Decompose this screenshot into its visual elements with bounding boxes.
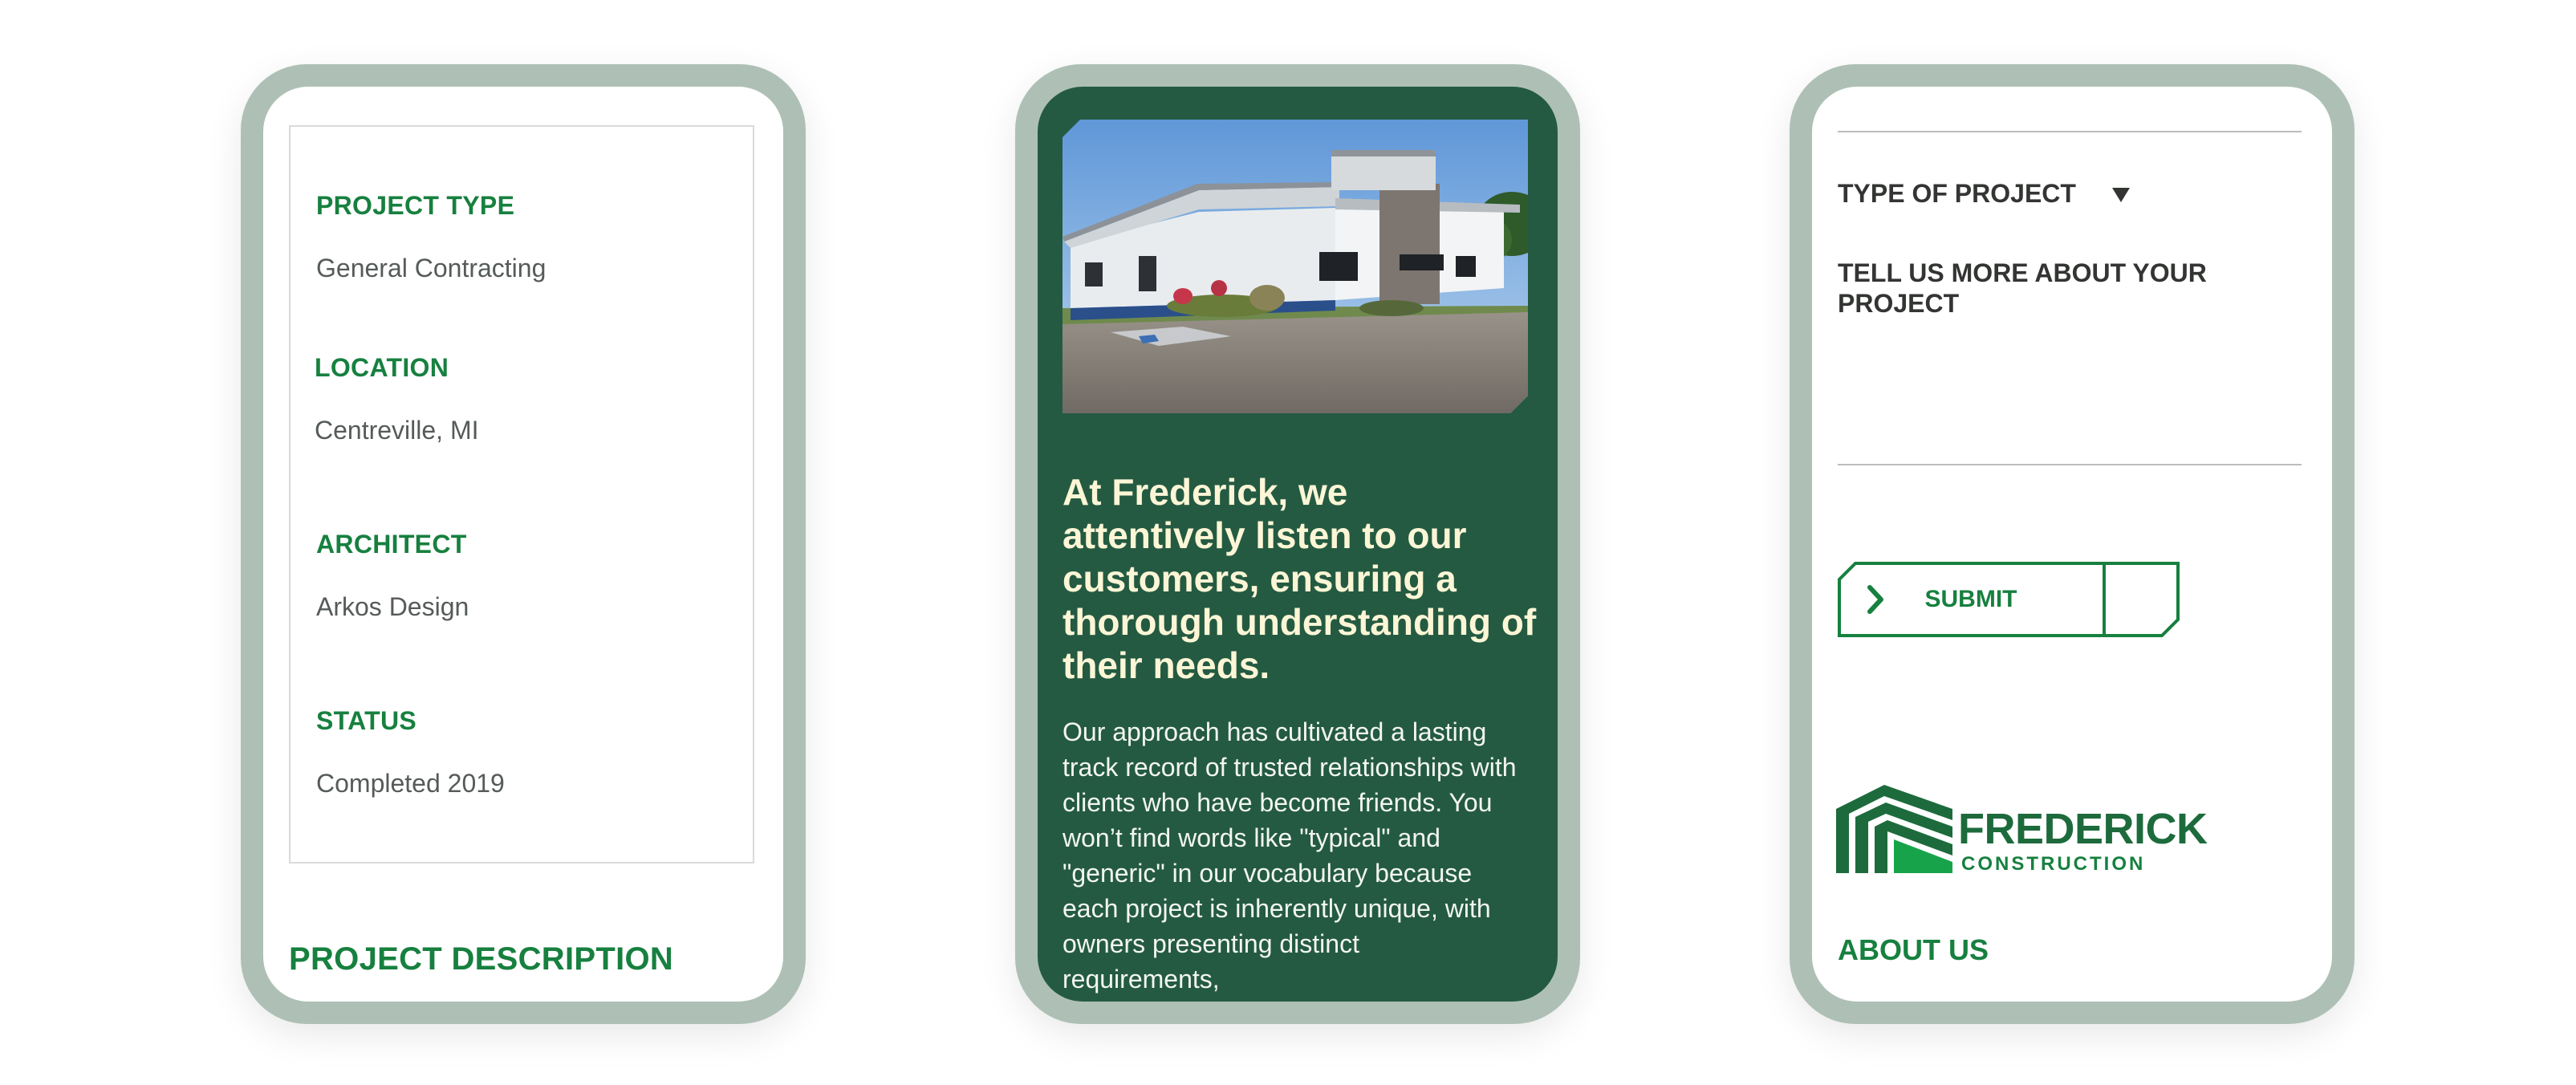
project-details-textarea-underline[interactable]: [1838, 464, 2302, 465]
frederick-logo-mark: [1836, 785, 1952, 873]
location-label: LOCATION: [315, 353, 449, 382]
form-divider-top: [1838, 131, 2302, 132]
about-heading: At Frederick, we attentively listen to o…: [1062, 471, 1537, 686]
screen: TYPE OF PROJECT TELL US MORE ABOUT YOUR …: [1812, 87, 2332, 1002]
project-type-value: General Contracting: [316, 254, 546, 282]
project-details-box: PROJECT TYPE General Contracting LOCATIO…: [289, 125, 754, 864]
project-details-field-label: TELL US MORE ABOUT YOUR PROJECT: [1838, 258, 2207, 318]
screen: PROJECT TYPE General Contracting LOCATIO…: [263, 87, 783, 1002]
architect-label: ARCHITECT: [316, 530, 467, 559]
about-body: Our approach has cultivated a lasting tr…: [1062, 717, 1517, 994]
screen: At Frederick, we attentively listen to o…: [1038, 87, 1558, 1002]
status-label: STATUS: [316, 706, 417, 735]
location-value: Centreville, MI: [315, 416, 479, 445]
project-type-label: PROJECT TYPE: [316, 191, 515, 220]
phone-project-details: PROJECT TYPE General Contracting LOCATIO…: [241, 64, 806, 1024]
building-photo: [1062, 120, 1528, 413]
logo-name: FREDERICK: [1958, 805, 2208, 853]
about-us-link[interactable]: ABOUT US: [1838, 933, 1989, 967]
logo-subtitle: CONSTRUCTION: [1961, 853, 2146, 875]
submit-button[interactable]: SUBMIT: [1838, 562, 2180, 637]
frederick-logo[interactable]: FREDERICK CONSTRUCTION: [1836, 785, 2208, 877]
caret-down-icon[interactable]: [2112, 188, 2130, 202]
chevron-right-icon[interactable]: [1838, 562, 1913, 637]
status-value: Completed 2019: [316, 769, 505, 798]
architect-value: Arkos Design: [316, 592, 469, 621]
type-of-project-select[interactable]: TYPE OF PROJECT: [1838, 179, 2076, 209]
phone-about-section: At Frederick, we attentively listen to o…: [1015, 64, 1580, 1024]
project-description-heading: PROJECT DESCRIPTION: [289, 941, 674, 977]
phone-contact-form: TYPE OF PROJECT TELL US MORE ABOUT YOUR …: [1790, 64, 2355, 1024]
